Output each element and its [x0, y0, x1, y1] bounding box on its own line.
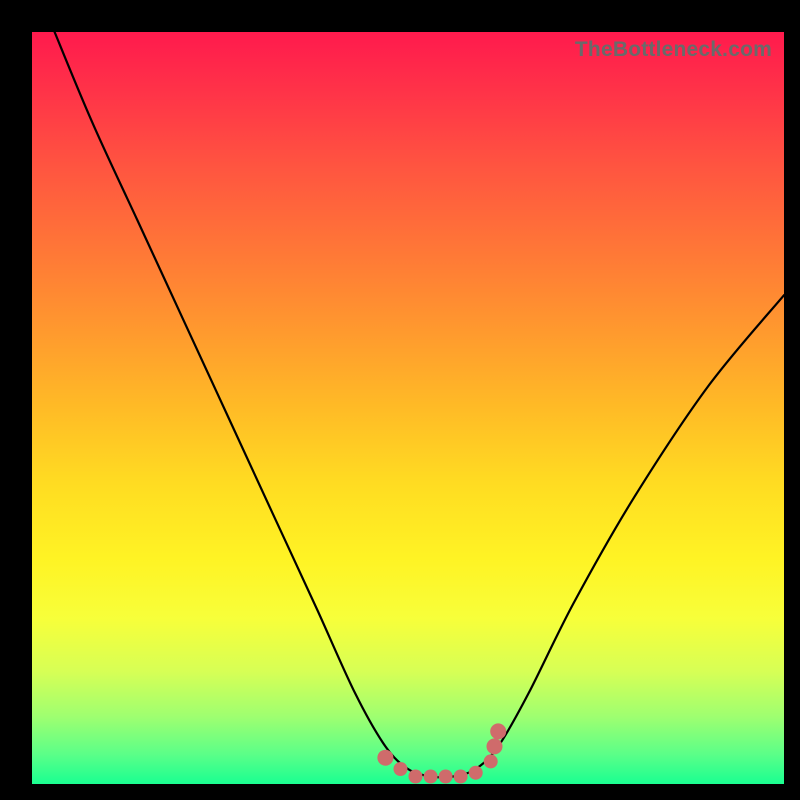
bottleneck-curve-svg	[32, 32, 784, 784]
highlight-dot	[377, 750, 393, 766]
chart-frame: TheBottleneck.com	[0, 0, 800, 800]
highlight-dot	[424, 770, 438, 784]
highlight-dot	[454, 770, 468, 784]
highlight-dot	[487, 738, 503, 754]
highlight-dot	[439, 770, 453, 784]
highlight-dot	[469, 766, 483, 780]
highlight-dot	[484, 754, 498, 768]
highlight-dot	[490, 723, 506, 739]
bottleneck-curve	[55, 32, 784, 777]
highlight-dot	[394, 762, 408, 776]
plot-area: TheBottleneck.com	[32, 32, 784, 784]
highlight-markers	[377, 723, 506, 783]
highlight-dot	[409, 770, 423, 784]
